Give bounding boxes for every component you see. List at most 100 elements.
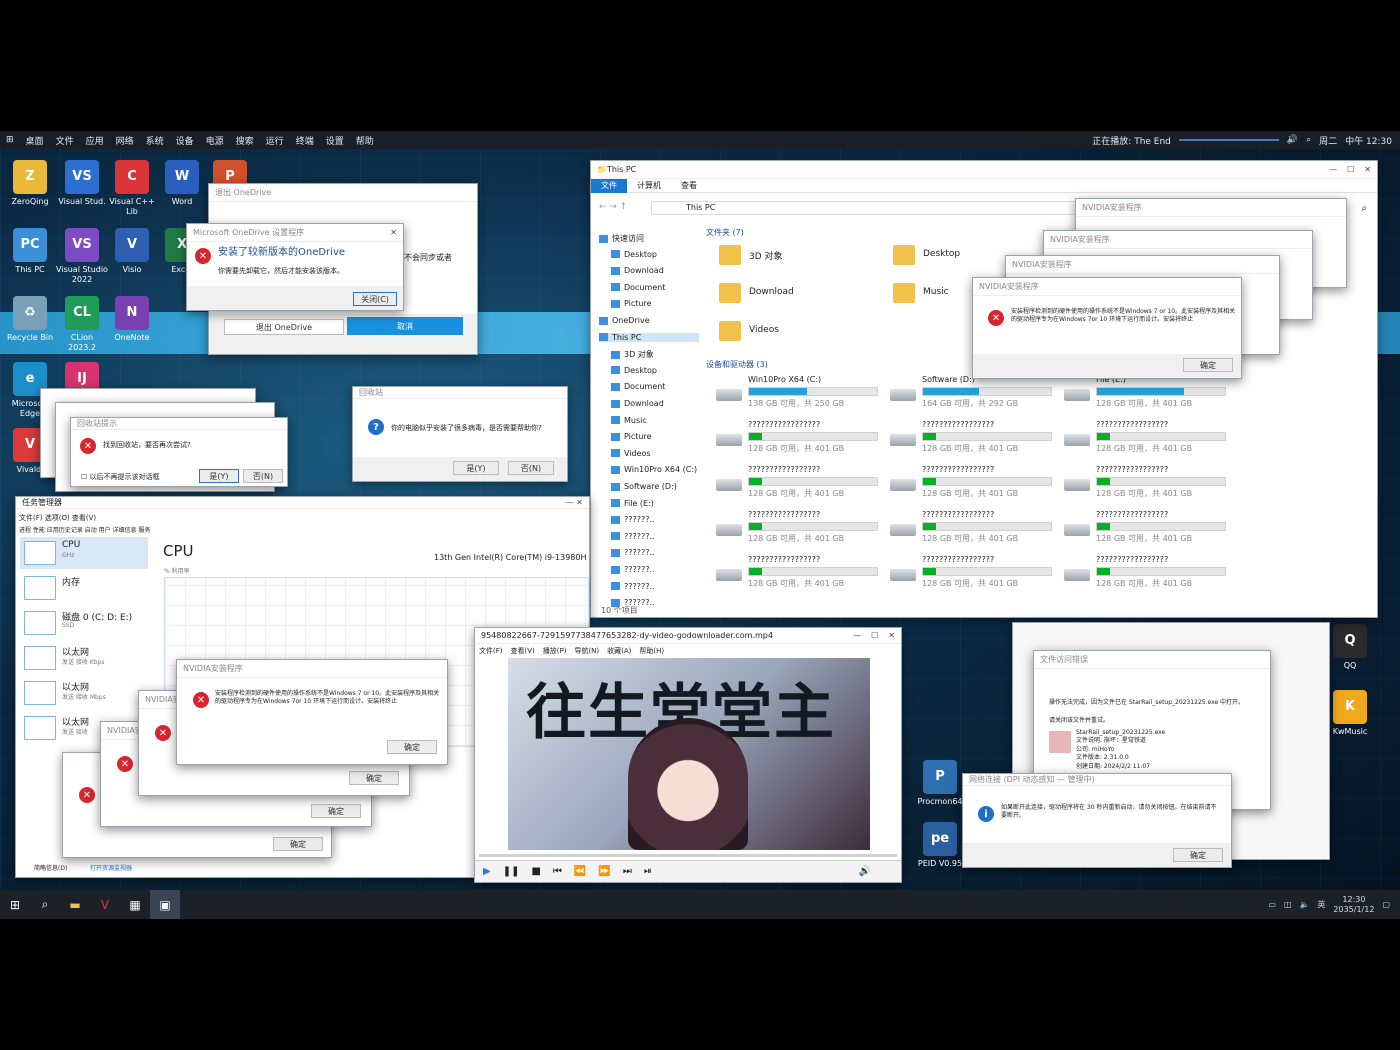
maximize-icon[interactable]: ☐ <box>1347 165 1354 174</box>
nav-item[interactable]: Download <box>611 266 664 275</box>
notification-icon[interactable]: ▢ <box>1382 900 1390 909</box>
rewind-icon[interactable]: ⏪ <box>574 866 586 877</box>
drive-icon[interactable] <box>716 434 742 446</box>
quit-onedrive-button[interactable]: 退出 OneDrive <box>224 319 344 335</box>
nav-item[interactable]: ??????.. <box>611 565 655 574</box>
video-frame[interactable]: 往生堂堂主 <box>508 658 870 850</box>
menu-navigate[interactable]: 导航(N) <box>574 646 599 656</box>
start-button-icon[interactable]: ⊞ <box>0 890 30 919</box>
drive-icon[interactable] <box>716 524 742 536</box>
close-icon[interactable]: ✕ <box>1364 165 1371 174</box>
menu-item-file[interactable]: 文件 <box>50 134 80 147</box>
drive-icon[interactable] <box>1064 524 1090 536</box>
minimize-icon[interactable]: — <box>853 631 861 640</box>
ok-button[interactable]: 确定 <box>1173 848 1223 862</box>
nav-item[interactable]: 快速访问 <box>599 233 644 244</box>
volume-icon[interactable]: 🔈 <box>1299 900 1309 909</box>
media-player-icon[interactable]: ▣ <box>150 890 180 919</box>
drive-icon[interactable] <box>890 524 916 536</box>
folder-icon[interactable] <box>893 245 915 265</box>
menu-item-settings[interactable]: 设置 <box>320 134 350 147</box>
nav-item[interactable]: ??????.. <box>611 515 655 524</box>
nav-item[interactable]: Download <box>611 399 664 408</box>
drive-tile[interactable]: ????????????????? 128 GB 可用，共 401 GB <box>922 420 1082 454</box>
playback-track[interactable] <box>1178 139 1279 141</box>
drive-tile[interactable]: ????????????????? 128 GB 可用，共 401 GB <box>922 555 1082 589</box>
tab-view[interactable]: 查看 <box>671 179 707 193</box>
folder-label[interactable]: Download <box>749 287 794 297</box>
desktop-icon[interactable]: VS Visual Stud. <box>56 160 108 207</box>
drive-icon[interactable] <box>716 389 742 401</box>
desktop-icon[interactable]: pe PEID V0.95 <box>914 822 966 869</box>
menu-item-search[interactable]: 搜索 <box>230 134 260 147</box>
close-button[interactable]: 关闭(C) <box>353 292 397 306</box>
menu-item-help[interactable]: 帮助 <box>350 134 380 147</box>
desktop-icon[interactable]: Q QQ <box>1324 624 1376 671</box>
folder-label[interactable]: Videos <box>749 325 779 335</box>
drive-tile[interactable]: ????????????????? 128 GB 可用，共 401 GB <box>1096 510 1256 544</box>
previous-icon[interactable]: ⏮ <box>553 866 562 877</box>
taskbar-clock[interactable]: 12:30 2035/1/12 <box>1333 895 1374 915</box>
nav-item[interactable]: File (E:) <box>611 499 654 508</box>
seek-bar[interactable] <box>479 854 897 857</box>
close-icon[interactable]: ✕ <box>390 228 397 237</box>
folder-icon[interactable] <box>893 283 915 303</box>
desktop-icon[interactable]: W Word <box>156 160 208 207</box>
nav-item[interactable]: 3D 对象 <box>611 349 654 360</box>
folder-label[interactable]: Desktop <box>923 249 960 259</box>
taskmgr-menu[interactable]: 文件(F) 选项(O) 查看(V) <box>19 513 96 524</box>
desktop-icon[interactable]: ♻ Recycle Bin <box>4 296 56 343</box>
pause-icon[interactable]: ❚❚ <box>503 866 520 877</box>
nav-item[interactable]: This PC <box>599 332 699 342</box>
nav-item[interactable]: OneDrive <box>599 316 650 325</box>
nav-item[interactable]: ??????.. <box>611 548 655 557</box>
folder-label[interactable]: 3D 对象 <box>749 249 783 262</box>
nav-item[interactable]: Software (D:) <box>611 482 677 491</box>
desktop-icon[interactable]: N OneNote <box>106 296 158 343</box>
nav-item[interactable]: Videos <box>611 449 651 458</box>
drive-icon[interactable] <box>890 569 916 581</box>
perf-item[interactable]: 以太网 发送 接收 Kbps <box>20 642 148 674</box>
menu-item-system[interactable]: 系统 <box>140 134 170 147</box>
drive-icon[interactable] <box>1064 389 1090 401</box>
devices-header[interactable]: 设备和驱动器 (3) <box>706 359 768 370</box>
stop-icon[interactable]: ■ <box>531 866 540 877</box>
desktop-icon[interactable]: C Visual C++ Lib <box>106 160 158 217</box>
nav-item[interactable]: Desktop <box>611 250 657 259</box>
ok-button[interactable]: 确定 <box>349 771 399 785</box>
desktop-icon[interactable]: PC This PC <box>4 228 56 275</box>
drive-icon[interactable] <box>1064 434 1090 446</box>
address-bar[interactable]: This PC <box>651 201 1121 215</box>
minimize-icon[interactable]: — <box>1329 165 1337 174</box>
menu-item-apps[interactable]: 应用 <box>80 134 110 147</box>
open-resource-monitor-link[interactable]: 打开资源监视器 <box>90 863 132 874</box>
drive-icon[interactable] <box>1064 569 1090 581</box>
folder-icon[interactable] <box>719 245 741 265</box>
drive-tile[interactable]: ????????????????? 128 GB 可用，共 401 GB <box>1096 420 1256 454</box>
ok-button[interactable]: 确定 <box>311 804 361 818</box>
tab-file[interactable]: 文件 <box>591 178 627 193</box>
nav-item[interactable]: Win10Pro X64 (C:) <box>611 465 697 474</box>
play-icon[interactable]: ▶ <box>483 866 491 877</box>
drive-icon[interactable] <box>890 434 916 446</box>
desktop-icon[interactable]: VS Visual Studio 2022 <box>56 228 108 285</box>
volume-icon[interactable]: 🔊 <box>859 866 871 877</box>
battery-icon[interactable]: ▭ <box>1268 900 1276 909</box>
menu-help[interactable]: 帮助(H) <box>639 646 664 656</box>
desktop-icon[interactable]: Z ZeroQing <box>4 160 56 207</box>
drive-tile[interactable]: File (E:) 128 GB 可用，共 401 GB <box>1096 375 1256 409</box>
menu-view[interactable]: 查看(V) <box>511 646 535 656</box>
search-icon[interactable]: ⌕ <box>30 890 60 919</box>
drive-icon[interactable] <box>890 389 916 401</box>
menu-item-devices[interactable]: 设备 <box>170 134 200 147</box>
search-icon[interactable]: ⌕ <box>1306 135 1311 145</box>
perf-item[interactable]: 磁盘 0 (C: D: E:) SSD <box>20 607 148 639</box>
fewer-details-link[interactable]: 简略信息(D) <box>34 863 67 874</box>
recycle-checkbox[interactable]: ☐ 以后不再提示该对话框 <box>81 472 160 483</box>
menu-item-desktop[interactable]: 桌面 <box>20 134 50 147</box>
menu-item-terminal[interactable]: 终端 <box>290 134 320 147</box>
nav-item[interactable]: ??????.. <box>611 532 655 541</box>
drive-tile[interactable]: ????????????????? 128 GB 可用，共 401 GB <box>1096 465 1256 499</box>
drive-icon[interactable] <box>716 479 742 491</box>
drive-tile[interactable]: Win10Pro X64 (C:) 138 GB 可用，共 250 GB <box>748 375 908 409</box>
